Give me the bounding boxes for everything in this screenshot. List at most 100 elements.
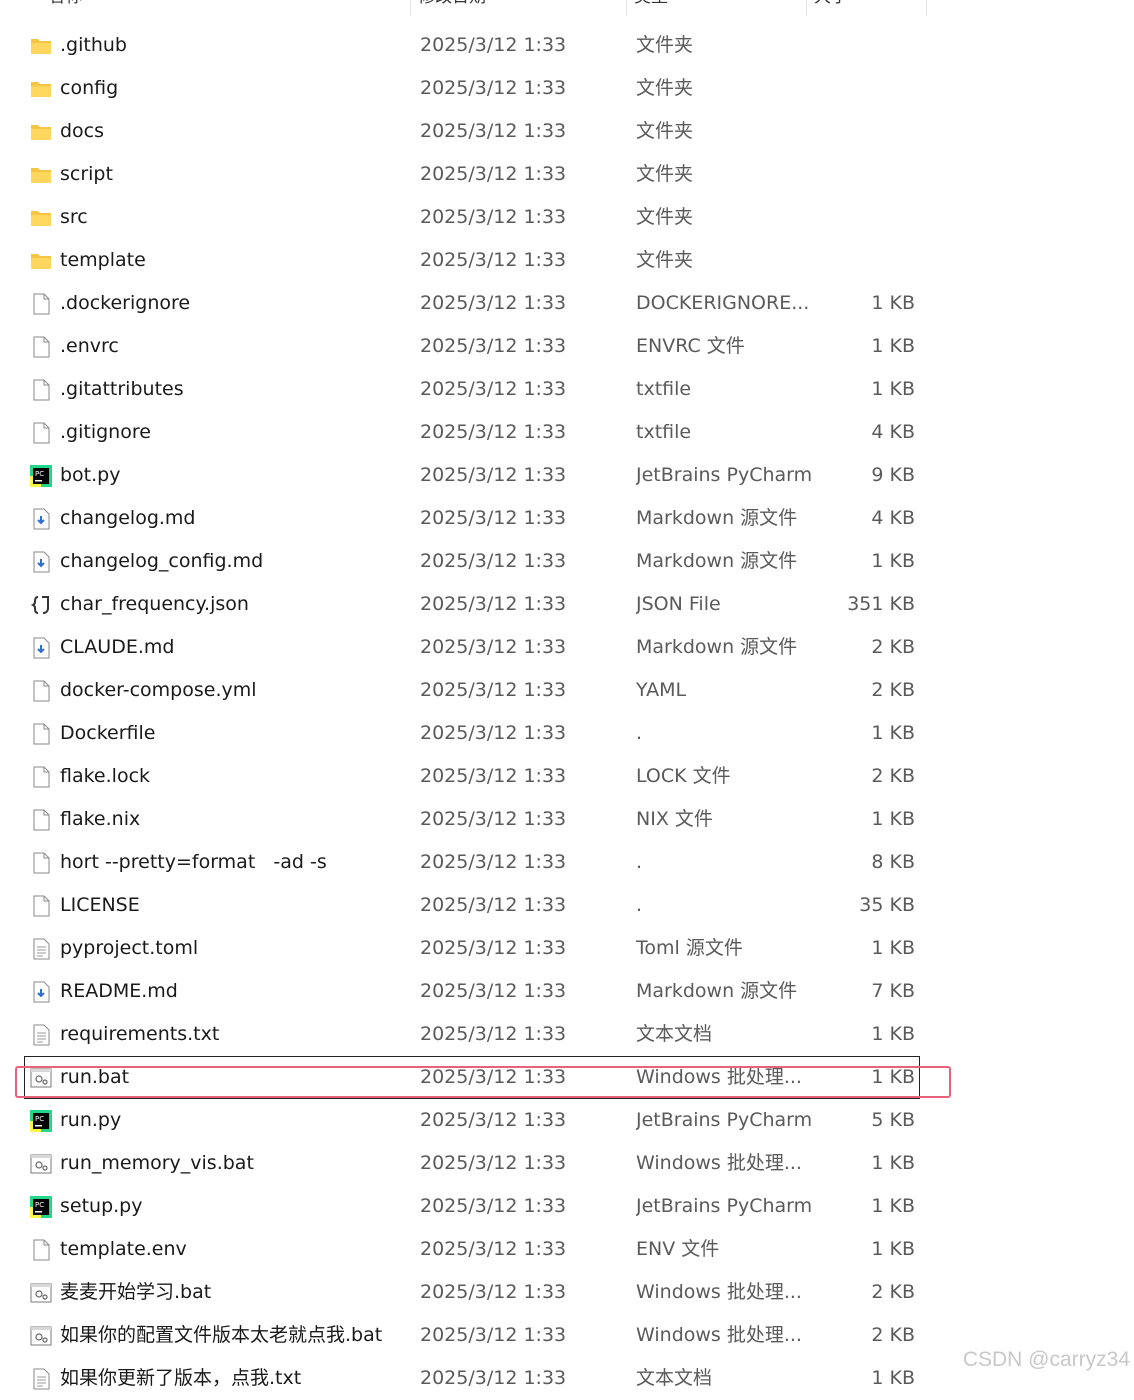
file-row[interactable]: PC setup.py 2025/3/12 1:33 JetBrains PyChar… [0,1185,960,1228]
file-type: 文本文档 [636,1023,713,1045]
file-row[interactable]: flake.lock 2025/3/12 1:33 LOCK 文件 2 KB [0,755,960,798]
file-row[interactable]: template.env 2025/3/12 1:33 ENV 文件 1 KB [0,1228,960,1271]
column-header-type[interactable]: 类型 [634,0,807,16]
file-row[interactable]: .github 2025/3/12 1:33 文件夹 [0,24,960,67]
file-date: 2025/3/12 1:33 [420,851,567,873]
file-size: 1 KB [871,292,915,314]
file-date: 2025/3/12 1:33 [420,1367,567,1389]
folder-icon [30,164,52,186]
file-name: run_memory_vis.bat [60,1152,254,1174]
file-size: 1 KB [871,1195,915,1217]
file-row[interactable]: .envrc 2025/3/12 1:33 ENVRC 文件 1 KB [0,325,960,368]
file-type: LOCK 文件 [636,765,731,787]
file-type: Markdown 源文件 [636,636,798,658]
svg-text:PC: PC [35,1201,44,1209]
file-name: .dockerignore [60,292,191,314]
batch-file-icon [30,1153,52,1175]
file-size: 2 KB [871,636,915,658]
file-date: 2025/3/12 1:33 [420,765,567,787]
file-name: 如果你的配置文件版本太老就点我.bat [60,1324,383,1346]
file-size: 1 KB [871,722,915,744]
file-size [820,239,915,282]
file-date: 2025/3/12 1:33 [420,335,567,357]
file-date: 2025/3/12 1:33 [420,120,567,142]
file-row[interactable]: run_memory_vis.bat 2025/3/12 1:33 Windows … [0,1142,960,1185]
file-type: JSON File [636,593,721,615]
file-row[interactable]: PC run.py 2025/3/12 1:33 JetBrains PyCharm 5… [0,1099,960,1142]
watermark: CSDN @carryz34 [962,1348,1130,1371]
file-name: hort --pretty=format -ad -s [60,851,327,873]
file-row[interactable]: changelog.md 2025/3/12 1:33 Markdown 源文件 4 … [0,497,960,540]
file-row[interactable]: PC bot.py 2025/3/12 1:33 JetBrains PyCharm 9… [0,454,960,497]
file-name: flake.nix [60,808,141,830]
markdown-icon [30,981,52,1003]
file-row[interactable]: 如果你的配置文件版本太老就点我.bat 2025/3/12 1:33 Windows… [0,1314,960,1357]
file-name: 麦麦开始学习.bat [60,1281,212,1303]
file-date: 2025/3/12 1:33 [420,1238,567,1260]
file-icon [30,422,52,444]
file-name: .envrc [60,335,119,357]
file-row[interactable]: .gitattributes 2025/3/12 1:33 txtfile 1 KB [0,368,960,411]
file-name: CLAUDE.md [60,636,175,658]
file-row[interactable]: changelog_config.md 2025/3/12 1:33 Markdow… [0,540,960,583]
file-row[interactable]: docker-compose.yml 2025/3/12 1:33 YAML 2 KB [0,669,960,712]
file-row[interactable]: .dockerignore 2025/3/12 1:33 DOCKERIGNORE.… [0,282,960,325]
file-date: 2025/3/12 1:33 [420,292,567,314]
file-row[interactable]: script 2025/3/12 1:33 文件夹 [0,153,960,196]
column-header-date[interactable]: 修改日期 [418,0,627,16]
file-size: 4 KB [871,421,915,443]
file-row[interactable]: LICENSE 2025/3/12 1:33. 35 KB [0,884,960,927]
file-row[interactable]: docs 2025/3/12 1:33 文件夹 [0,110,960,153]
file-date: 2025/3/12 1:33 [420,1324,567,1346]
file-size [820,67,915,110]
file-size: 8 KB [871,851,915,873]
file-size: 1 KB [871,335,915,357]
file-row[interactable]: char_frequency.json 2025/3/12 1:33 JSON Fi… [0,583,960,626]
file-name: changelog_config.md [60,550,264,572]
file-type: DOCKERIGNORE... [636,292,810,314]
column-header-name[interactable]: 名称 [48,0,411,16]
file-icon [30,680,52,702]
file-row[interactable]: README.md 2025/3/12 1:33 Markdown 源文件 7 KB [0,970,960,1013]
file-row[interactable]: src 2025/3/12 1:33 文件夹 [0,196,960,239]
file-type: 文件夹 [636,163,694,185]
file-row[interactable]: requirements.txt 2025/3/12 1:33 文本文档 1 KB [0,1013,960,1056]
file-row[interactable]: 如果你更新了版本，点我.txt 2025/3/12 1:33 文本文档 1 KB [0,1357,960,1400]
file-row[interactable]: 麦麦开始学习.bat 2025/3/12 1:33 Windows 批处理... 2 … [0,1271,960,1314]
file-row[interactable]: config 2025/3/12 1:33 文件夹 [0,67,960,110]
file-row[interactable]: hort --pretty=format -ad -s 2025/3/12 1:3… [0,841,960,884]
file-icon [30,379,52,401]
file-size: 7 KB [871,980,915,1002]
file-date: 2025/3/12 1:33 [420,34,567,56]
file-row[interactable]: Dockerfile 2025/3/12 1:33. 1 KB [0,712,960,755]
highlight-annotation [15,1066,951,1098]
file-icon [30,723,52,745]
file-row[interactable]: .gitignore 2025/3/12 1:33 txtfile 4 KB [0,411,960,454]
file-name: flake.lock [60,765,151,787]
file-size: 1 KB [871,1238,915,1260]
file-row[interactable]: CLAUDE.md 2025/3/12 1:33 Markdown 源文件 2 KB [0,626,960,669]
file-icon [30,1239,52,1261]
file-row[interactable]: template 2025/3/12 1:33 文件夹 [0,239,960,282]
file-type: 文件夹 [636,120,694,142]
file-row[interactable]: pyproject.toml 2025/3/12 1:33 Toml 源文件 1 KB [0,927,960,970]
file-name: Dockerfile [60,722,156,744]
column-header-size[interactable]: 大小 [814,0,927,16]
file-row[interactable]: flake.nix 2025/3/12 1:33 NIX 文件 1 KB [0,798,960,841]
file-date: 2025/3/12 1:33 [420,937,567,959]
file-date: 2025/3/12 1:33 [420,464,567,486]
folder-icon [30,207,52,229]
file-date: 2025/3/12 1:33 [420,722,567,744]
file-type: txtfile [636,378,692,400]
file-size: 4 KB [871,507,915,529]
file-icon [30,336,52,358]
file-type: ENVRC 文件 [636,335,745,357]
file-date: 2025/3/12 1:33 [420,1023,567,1045]
file-size [820,24,915,67]
file-type: NIX 文件 [636,808,713,830]
file-name: template [60,249,146,271]
file-type: 文本文档 [636,1367,713,1389]
file-date: 2025/3/12 1:33 [420,163,567,185]
file-type: Toml 源文件 [636,937,743,959]
file-date: 2025/3/12 1:33 [420,894,567,916]
